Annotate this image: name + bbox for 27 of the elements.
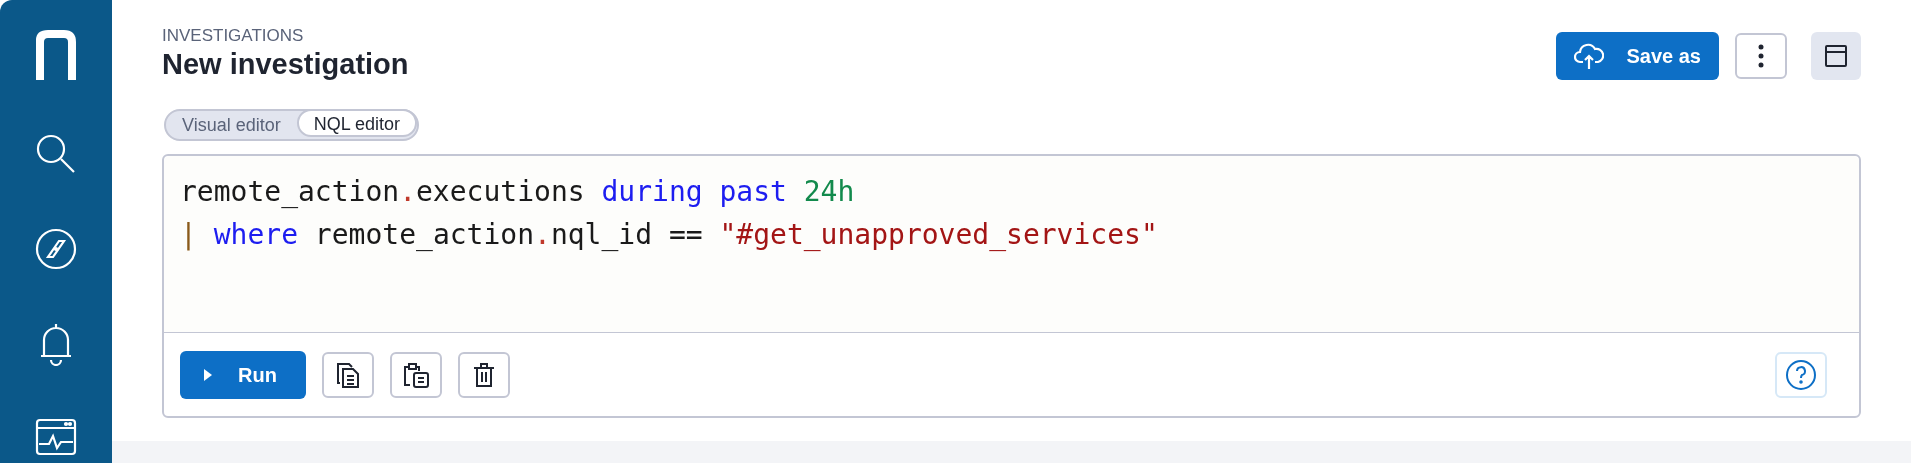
bell-icon[interactable]	[38, 322, 74, 366]
help-button[interactable]	[1775, 351, 1827, 398]
monitor-icon[interactable]	[35, 418, 77, 456]
copy-button[interactable]	[322, 351, 374, 398]
compass-icon[interactable]	[35, 228, 77, 270]
logo-icon	[36, 30, 76, 80]
page-title: New investigation	[162, 47, 409, 82]
code-line: remote_action.executions during past 24h	[180, 174, 855, 210]
breadcrumb: INVESTIGATIONS	[162, 26, 305, 46]
save-as-button[interactable]: Save as	[1556, 32, 1719, 80]
more-button[interactable]	[1735, 33, 1787, 79]
more-icon	[1758, 44, 1764, 68]
code-editor[interactable]: remote_action.executions during past 24h | where remote_action.nql_id == "#get_unapproved_services" Run	[162, 154, 1861, 418]
layout-button[interactable]	[1811, 32, 1861, 80]
clipboard-icon	[402, 360, 430, 389]
editor-tab[interactable]: NQL editor	[296, 109, 418, 137]
help-icon	[1785, 358, 1817, 391]
paste-button[interactable]	[390, 351, 442, 398]
code-line: | where remote_action.nql_id == "#get_unapproved_services"	[180, 217, 1158, 253]
delete-button[interactable]	[458, 351, 510, 398]
trash-icon	[473, 361, 495, 388]
copy-icon	[335, 360, 361, 389]
layout-icon	[1824, 44, 1848, 68]
cloud-upload-icon	[1574, 42, 1605, 70]
play-icon	[204, 368, 212, 381]
editor-tab[interactable]: Visual editor	[166, 111, 297, 139]
run-button[interactable]: Run	[180, 350, 306, 399]
